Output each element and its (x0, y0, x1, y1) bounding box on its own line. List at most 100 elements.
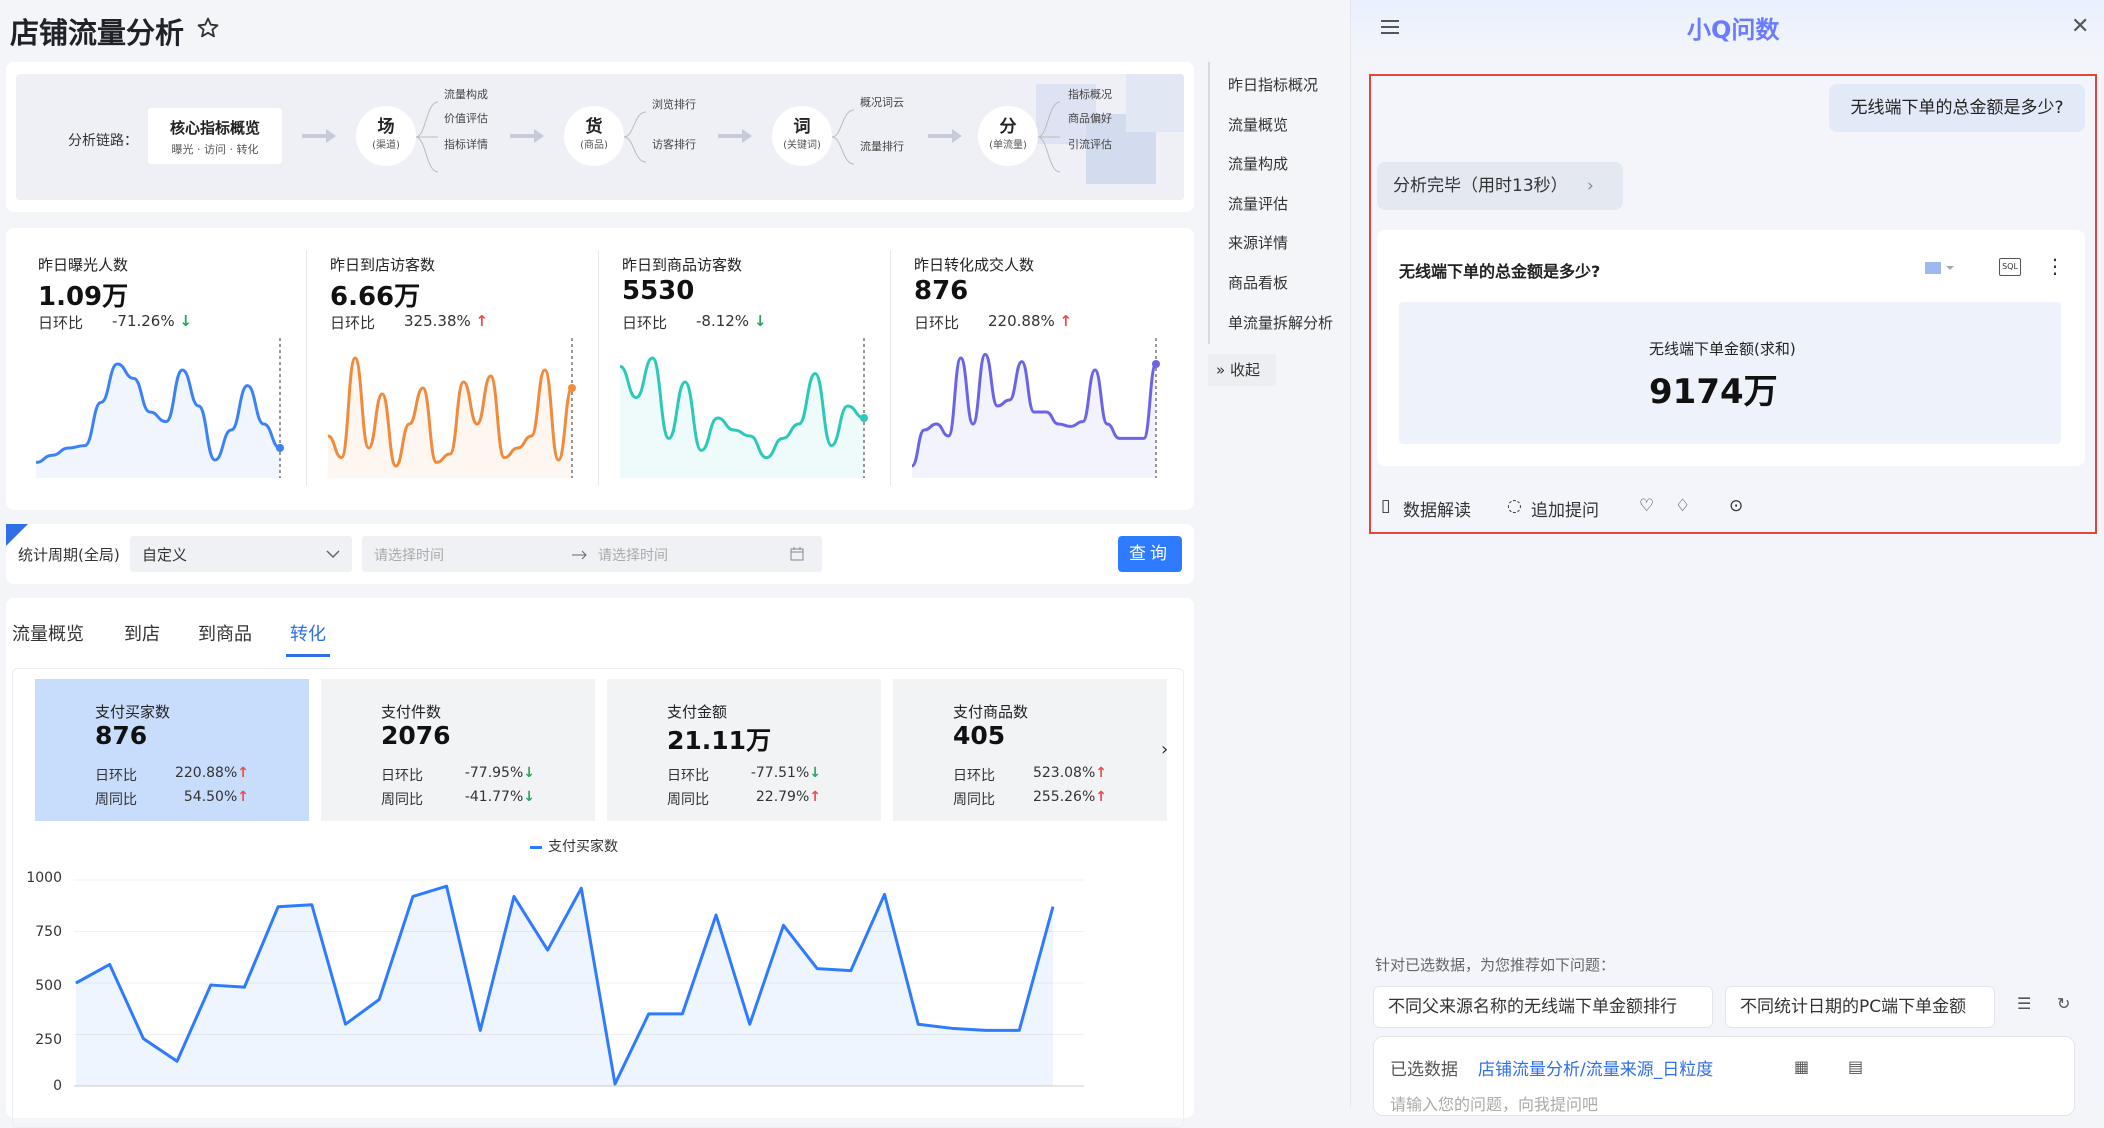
kpi-r1-label: 日环比 (953, 768, 995, 784)
chart-point (547, 949, 549, 951)
close-icon[interactable]: ✕ (2071, 14, 2089, 39)
metric-cmp-label: 日环比 (914, 314, 960, 332)
input-placeholder: 请输入您的问题，向我提问吧 (1390, 1095, 1599, 1114)
node-sub: (关键词) (783, 140, 821, 151)
node-sub: (单流量) (989, 140, 1027, 151)
kpi-r2: 54.50%↑ (184, 789, 249, 805)
metric-value: 5530 (622, 276, 695, 306)
kpi-card-items[interactable]: 支付件数 2076 日环比 -77.95%↓ 周同比 -41.77%↓ (321, 679, 595, 821)
chain-node-goods[interactable]: 货 (商品) (564, 106, 624, 166)
metric-goods-visitors[interactable]: 昨日到商品访客数 5530 日环比 -8.12% ↓ (596, 228, 886, 510)
node-item[interactable]: 概况词云 (860, 94, 904, 110)
anchor-item[interactable]: 流量构成 (1228, 153, 1288, 174)
anchor-item[interactable]: 流量概览 (1228, 114, 1288, 135)
anchor-item[interactable]: 单流量拆解分析 (1228, 312, 1333, 333)
start-date-placeholder: 请选择时间 (374, 548, 444, 564)
refresh-icon[interactable]: ↻ (2057, 994, 2070, 1013)
sql-label: SQL (2002, 262, 2018, 271)
data-interpret-button[interactable]: 数据解读 (1403, 496, 1471, 521)
date-range-picker[interactable]: 请选择时间 请选择时间 (362, 536, 822, 572)
user-question-bubble: 无线端下单的总金额是多少? (1829, 84, 2085, 132)
suggestion-item[interactable]: 不同父来源名称的无线端下单金额排行 (1373, 986, 1713, 1028)
more-circle-icon[interactable]: ⊙ (1729, 496, 1743, 516)
chart-point (985, 1029, 987, 1031)
tab-store[interactable]: 到店 (124, 620, 160, 646)
question-input[interactable]: 已选数据 店铺流量分析/流量来源_日粒度 ▦ ▤ 请输入您的问题，向我提问吧 (1373, 1036, 2075, 1116)
list-icon[interactable]: ☰ (2017, 994, 2031, 1013)
dataset-icon[interactable]: ▤ (1848, 1057, 1863, 1076)
period-select-value: 自定义 (142, 546, 188, 564)
thumbs-up-icon[interactable]: ♡ (1639, 496, 1654, 516)
anchor-item[interactable]: 昨日指标概况 (1228, 74, 1318, 95)
arrow-up-icon: ↑ (1059, 312, 1073, 330)
anchor-item[interactable]: 流量评估 (1228, 193, 1288, 214)
star-icon[interactable] (196, 16, 220, 40)
metric-name: 昨日曝光人数 (38, 256, 129, 274)
answer-metric-name: 无线端下单金额(求和) (1649, 340, 1796, 358)
selected-data-value[interactable]: 店铺流量分析/流量来源_日粒度 (1478, 1055, 1713, 1080)
chain-node-keyword[interactable]: 词 (关键词) (772, 106, 832, 166)
chain-node-split[interactable]: 分 (单流量) (978, 106, 1038, 166)
kpi-r2-label: 周同比 (667, 792, 709, 808)
anchor-item[interactable]: 商品看板 (1228, 272, 1288, 293)
anchor-item[interactable]: 来源详情 (1228, 232, 1288, 253)
arrow-down-icon: ↓ (523, 789, 535, 805)
node-title: 词 (793, 117, 811, 137)
chart-legend[interactable]: 支付买家数 (530, 836, 618, 856)
chevron-right-icon[interactable]: › (1161, 739, 1168, 760)
node-item[interactable]: 引流评估 (1068, 136, 1112, 152)
kpi-value: 2076 (381, 721, 451, 750)
conversion-line-chart[interactable] (74, 870, 1084, 1100)
thumbs-down-icon[interactable]: ♢ (1675, 496, 1690, 516)
metric-exposure[interactable]: 昨日曝光人数 1.09万 日环比 -71.26% ↓ (12, 228, 302, 510)
node-item[interactable]: 价值评估 (444, 110, 488, 126)
kpi-r2-value: -41.77% (464, 789, 524, 805)
tab-conversion[interactable]: 转化 (290, 620, 326, 646)
node-item[interactable]: 商品偏好 (1068, 110, 1112, 126)
chart-point (850, 970, 852, 972)
calendar-icon (790, 547, 804, 561)
query-button[interactable]: 查询 (1118, 536, 1182, 572)
chain-core-node[interactable]: 核心指标概览 曝光 · 访问 · 转化 (148, 108, 282, 164)
node-item[interactable]: 指标概况 (1068, 86, 1112, 102)
sql-icon[interactable]: SQL (1999, 258, 2021, 276)
node-item[interactable]: 流量排行 (860, 138, 904, 154)
end-date-placeholder: 请选择时间 (598, 548, 668, 564)
metric-cmp: 220.88% ↑ (988, 312, 1072, 330)
arrow-right-icon (510, 129, 544, 143)
chevron-right-icon: › (1587, 176, 1594, 196)
sparkline (327, 338, 576, 478)
node-title: 分 (999, 117, 1017, 137)
node-item[interactable]: 流量构成 (444, 86, 488, 102)
assistant-brand: 小Q问数 (1687, 16, 1780, 44)
metric-store-visitors[interactable]: 昨日到店访客数 6.66万 日环比 325.38% ↑ (304, 228, 594, 510)
table-icon[interactable]: ▦ (1794, 1057, 1809, 1076)
period-select[interactable]: 自定义 (130, 536, 352, 572)
chain-node-scene[interactable]: 场 (渠道) (356, 106, 416, 166)
kpi-card-buyers[interactable]: 支付买家数 876 日环比 220.88%↑ 周同比 54.50%↑ (35, 679, 309, 821)
suggestion-item[interactable]: 不同统计日期的PC端下单金额 (1725, 986, 1995, 1028)
chart-point (412, 895, 414, 897)
filter-bar: 统计周期(全局) 自定义 请选择时间 请选择时间 查询 (6, 524, 1194, 584)
metric-conversions[interactable]: 昨日转化成交人数 876 日环比 220.88% ↑ (888, 228, 1178, 510)
arrow-right-icon (302, 129, 336, 143)
node-item[interactable]: 浏览排行 (652, 96, 696, 112)
answer-title: 无线端下单的总金额是多少? (1399, 262, 1601, 281)
more-icon[interactable]: ⋮ (2045, 254, 2065, 278)
tab-goods[interactable]: 到商品 (198, 620, 252, 646)
book-icon: ▯ (1381, 496, 1391, 516)
node-item[interactable]: 访客排行 (652, 136, 696, 152)
kpi-r2-value: 22.79% (755, 789, 810, 805)
collapse-button[interactable]: » 收起 (1208, 354, 1276, 386)
follow-up-button[interactable]: 追加提问 (1531, 496, 1599, 521)
kpi-card-amount[interactable]: 支付金额 21.11万 日环比 -77.51%↓ 周同比 22.79%↑ (607, 679, 881, 821)
kpi-r1: -77.95%↓ (465, 765, 535, 781)
chart-type-icon[interactable] (1925, 260, 1955, 276)
menu-icon[interactable] (1381, 20, 1399, 34)
analysis-status[interactable]: 分析完毕（用时13秒） › (1377, 162, 1623, 210)
node-item[interactable]: 指标详情 (444, 136, 488, 152)
chart-point (176, 1060, 178, 1062)
kpi-r2-label: 周同比 (953, 792, 995, 808)
tab-traffic-overview[interactable]: 流量概览 (12, 620, 84, 646)
kpi-card-goods[interactable]: 支付商品数 405 日环比 523.08%↑ 周同比 255.26%↑ (893, 679, 1167, 821)
